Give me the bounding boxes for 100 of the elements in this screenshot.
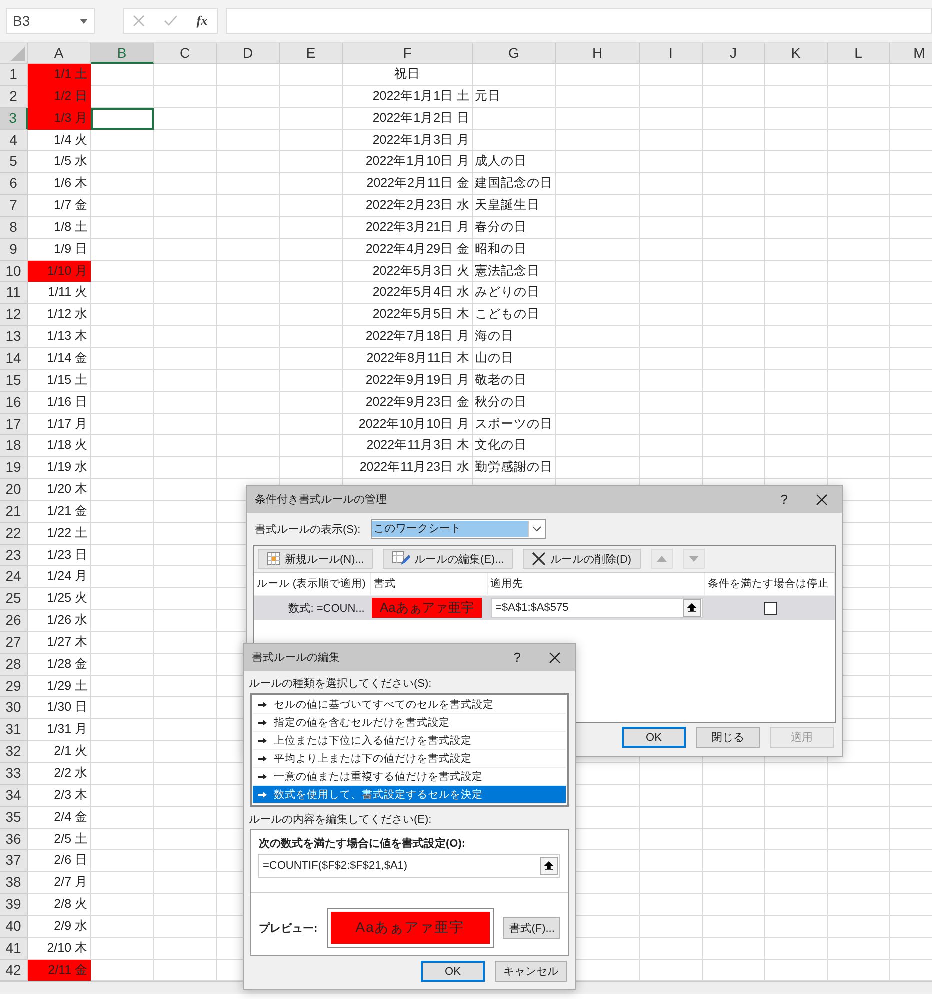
column-header[interactable]: K: [765, 43, 828, 64]
close-icon[interactable]: [816, 494, 828, 506]
row-header[interactable]: 17: [0, 414, 28, 436]
table-cell: [765, 850, 828, 872]
row-header[interactable]: 25: [0, 588, 28, 610]
table-cell: [217, 216, 280, 239]
format-button[interactable]: 書式(F)...: [502, 917, 560, 939]
column-header[interactable]: I: [640, 43, 703, 64]
row-header[interactable]: 1: [0, 64, 28, 86]
table-cell: [765, 130, 828, 152]
row-header[interactable]: 23: [0, 544, 28, 566]
rule-type-item[interactable]: セルの値に基づいてすべてのセルを書式設定: [253, 696, 566, 714]
row-header[interactable]: 38: [0, 872, 28, 894]
row-header[interactable]: 36: [0, 828, 28, 850]
formula-field[interactable]: =COUNTIF($F$2:$F$21,$A1): [258, 854, 560, 878]
row-header[interactable]: 30: [0, 697, 28, 720]
row-header[interactable]: 13: [0, 326, 28, 348]
row-header[interactable]: 18: [0, 435, 28, 458]
table-cell: [154, 435, 217, 458]
up-triangle-icon: [656, 556, 667, 562]
row-header[interactable]: 22: [0, 522, 28, 545]
table-cell: 天皇誕生日: [473, 195, 556, 217]
row-header[interactable]: 39: [0, 894, 28, 916]
row-header[interactable]: 9: [0, 238, 28, 261]
column-header[interactable]: J: [703, 43, 765, 64]
row-header[interactable]: 3: [0, 108, 28, 130]
row-header[interactable]: 19: [0, 457, 28, 480]
column-header[interactable]: A: [28, 43, 91, 64]
row-header[interactable]: 4: [0, 130, 28, 152]
column-header[interactable]: L: [828, 43, 890, 64]
formula-field[interactable]: [226, 8, 932, 34]
rule-type-item[interactable]: 指定の値を含むセルだけを書式設定: [253, 714, 566, 732]
table-cell: [280, 108, 343, 130]
rule-type-item[interactable]: 数式を使用して、書式設定するセルを決定: [253, 786, 566, 804]
row-header[interactable]: 24: [0, 566, 28, 588]
table-cell: [703, 282, 765, 304]
table-cell: [828, 282, 890, 304]
column-header[interactable]: D: [217, 43, 280, 64]
column-header[interactable]: M: [890, 43, 932, 64]
help-button[interactable]: ?: [514, 650, 521, 665]
row-header[interactable]: 34: [0, 784, 28, 807]
scope-dropdown[interactable]: このワークシート: [370, 519, 546, 539]
row-header[interactable]: 10: [0, 260, 28, 282]
table-cell: 1/3 月: [28, 108, 91, 130]
insert-function-button[interactable]: fx: [196, 13, 208, 29]
row-header[interactable]: 26: [0, 610, 28, 632]
close-icon[interactable]: [549, 652, 561, 664]
dialog-button[interactable]: OK: [622, 727, 686, 748]
row-header[interactable]: 27: [0, 632, 28, 654]
table-cell: [91, 938, 154, 960]
collapse-button[interactable]: [540, 857, 558, 875]
row-header[interactable]: 14: [0, 348, 28, 370]
row-header[interactable]: 32: [0, 741, 28, 763]
dialog-button[interactable]: 閉じる: [696, 727, 760, 748]
column-header[interactable]: G: [473, 43, 556, 64]
cancel-icon[interactable]: [133, 15, 146, 27]
row-header[interactable]: 41: [0, 938, 28, 960]
row-header[interactable]: 5: [0, 151, 28, 174]
row-header[interactable]: 29: [0, 676, 28, 698]
new-rule-button[interactable]: 新規ルール(N)...: [258, 549, 374, 569]
row-header[interactable]: 28: [0, 654, 28, 676]
select-all-corner[interactable]: [0, 43, 28, 64]
row-header[interactable]: 40: [0, 916, 28, 938]
name-box[interactable]: B3: [6, 8, 95, 34]
row-header[interactable]: 2: [0, 86, 28, 108]
row-header[interactable]: 35: [0, 806, 28, 829]
collapse-button[interactable]: [682, 599, 701, 617]
table-cell: [703, 260, 765, 282]
row-header[interactable]: 21: [0, 500, 28, 523]
row-header[interactable]: 31: [0, 719, 28, 742]
applies-to-field[interactable]: =$A$1:$A$575: [490, 598, 703, 618]
row-header[interactable]: 6: [0, 173, 28, 196]
rule-row[interactable]: 数式: =COUN... Aaあぁアァ亜宇 =$A$1:$A$575: [254, 596, 835, 620]
column-header[interactable]: B: [91, 43, 154, 64]
table-cell: [91, 872, 154, 894]
row-header[interactable]: 16: [0, 392, 28, 414]
row-header[interactable]: 12: [0, 304, 28, 326]
row-header[interactable]: 8: [0, 216, 28, 239]
table-cell: [217, 130, 280, 152]
row-header[interactable]: 20: [0, 479, 28, 501]
row-header[interactable]: 11: [0, 282, 28, 304]
rule-type-item[interactable]: 上位または下位に入る値だけを書式設定: [253, 732, 566, 750]
column-header[interactable]: H: [556, 43, 640, 64]
rule-type-item[interactable]: 平均より上または下の値だけを書式設定: [253, 750, 566, 768]
column-header[interactable]: F: [343, 43, 473, 64]
help-button[interactable]: ?: [780, 492, 788, 507]
delete-rule-button[interactable]: ルールの削除(D): [523, 549, 641, 569]
table-cell: [280, 282, 343, 304]
column-header[interactable]: C: [154, 43, 217, 64]
checkbox[interactable]: [764, 602, 777, 614]
edit-rule-button[interactable]: ルールの編集(E)...: [383, 549, 514, 569]
row-header[interactable]: 7: [0, 195, 28, 217]
column-header[interactable]: E: [280, 43, 343, 64]
row-header[interactable]: 15: [0, 370, 28, 392]
row-header[interactable]: 33: [0, 763, 28, 785]
row-header[interactable]: 42: [0, 960, 28, 982]
row-header[interactable]: 37: [0, 850, 28, 872]
check-icon[interactable]: [164, 15, 178, 27]
dialog-button[interactable]: キャンセル: [495, 961, 567, 982]
dialog-button[interactable]: OK: [421, 961, 485, 982]
